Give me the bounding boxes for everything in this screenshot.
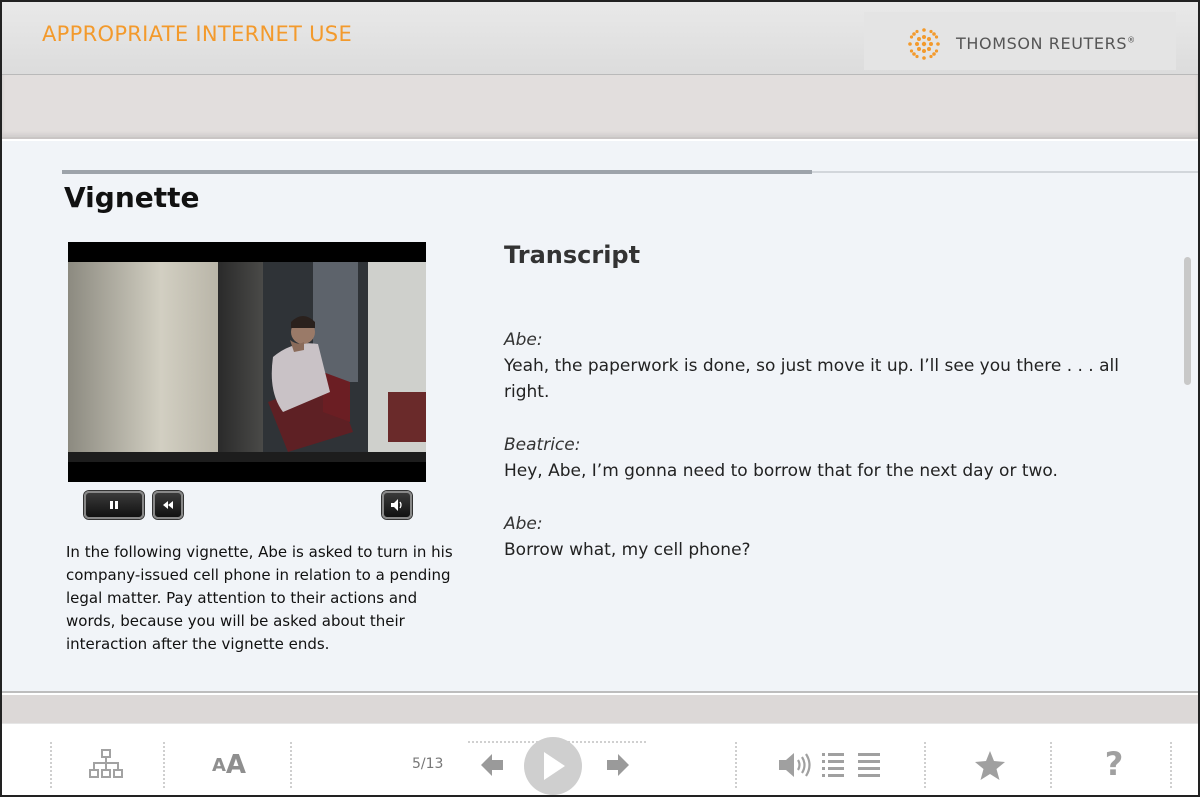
- volume-button[interactable]: [382, 491, 412, 519]
- play-icon: [544, 752, 565, 780]
- transcript-entry: Abe: Yeah, the paperwork is done, so jus…: [504, 327, 1144, 405]
- dialogue-text: Yeah, the paperwork is done, so just mov…: [504, 356, 1119, 402]
- transcript-list-icon: [822, 753, 844, 777]
- bookmark-button[interactable]: [972, 750, 1008, 782]
- prev-button[interactable]: [480, 752, 504, 778]
- next-arrow-icon: [607, 754, 629, 776]
- font-size-button[interactable]: AA: [206, 748, 252, 782]
- speaker-name: Abe:: [504, 330, 543, 350]
- toolbar-divider: [290, 742, 292, 788]
- dialogue-text: Hey, Abe, I’m gonna need to borrow that …: [504, 461, 1058, 481]
- progress-track: [62, 170, 1198, 174]
- audio-icon: [779, 753, 811, 777]
- sitemap-icon[interactable]: [86, 746, 126, 782]
- toolbar-divider: [1050, 742, 1052, 788]
- main-content: Vignette In the following vignette, Abe …: [2, 141, 1198, 693]
- course-title: APPROPRIATE INTERNET USE: [42, 22, 353, 46]
- sitemap-icon-graphic: [89, 749, 123, 778]
- toolbar-divider: [163, 742, 165, 788]
- vignette-description: In the following vignette, Abe is asked …: [66, 543, 453, 653]
- transcript-list-button[interactable]: [822, 751, 844, 779]
- video-player[interactable]: [68, 242, 426, 482]
- dialogue-text: Borrow what, my cell phone?: [504, 540, 751, 560]
- font-size-icon: A: [211, 754, 226, 776]
- sub-toolbar: [2, 75, 1198, 139]
- progress-fill: [62, 170, 812, 174]
- transcript-title: Transcript: [504, 241, 641, 269]
- logo-text: THOMSON REUTERS®: [956, 34, 1136, 53]
- transcript-body: Abe: Yeah, the paperwork is done, so jus…: [504, 327, 1144, 590]
- prev-arrow-icon: [481, 754, 503, 776]
- menu-list-button[interactable]: [858, 751, 880, 779]
- toolbar-divider: [50, 742, 52, 788]
- transcript-entry: Abe: Borrow what, my cell phone?: [504, 511, 1144, 563]
- page-counter: 5/13: [412, 756, 444, 772]
- next-button[interactable]: [606, 752, 630, 778]
- transcript-scrollbar[interactable]: [1184, 257, 1191, 385]
- speaker-name: Beatrice:: [504, 435, 581, 455]
- pause-icon: [110, 501, 118, 509]
- bookmark-star-icon: [975, 751, 1005, 780]
- toolbar-divider: [735, 742, 737, 788]
- volume-icon: [391, 499, 402, 511]
- play-button[interactable]: [524, 737, 582, 795]
- header: APPROPRIATE INTERNET USE THOMSON REUTERS…: [2, 2, 1198, 75]
- pause-button[interactable]: [84, 491, 144, 519]
- thomson-reuters-logo: THOMSON REUTERS®: [864, 12, 1176, 70]
- rewind-icon: [163, 501, 173, 509]
- rewind-button[interactable]: [153, 491, 183, 519]
- speaker-name: Abe:: [504, 514, 543, 534]
- logo-mark-icon: [908, 28, 940, 60]
- toolbar-divider: [1170, 742, 1172, 788]
- bottom-strip: [2, 695, 1198, 723]
- audio-button[interactable]: [776, 750, 814, 780]
- help-icon: ?: [1104, 745, 1124, 783]
- video-frame: [68, 262, 426, 462]
- video-controls: [84, 491, 414, 519]
- section-title: Vignette: [64, 181, 200, 214]
- transcript-entry: Beatrice: Hey, Abe, I’m gonna need to bo…: [504, 432, 1144, 484]
- navigation-toolbar: AA 5/13 ?: [2, 723, 1198, 795]
- font-size-icon-large: A: [225, 750, 247, 780]
- help-button[interactable]: ?: [1096, 744, 1132, 784]
- app-window: APPROPRIATE INTERNET USE THOMSON REUTERS…: [0, 0, 1200, 797]
- toolbar-divider: [924, 742, 926, 788]
- menu-list-icon: [858, 753, 880, 777]
